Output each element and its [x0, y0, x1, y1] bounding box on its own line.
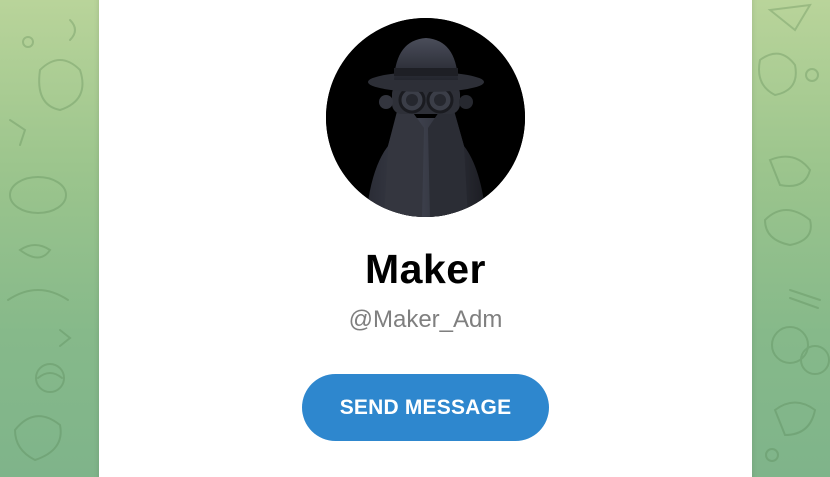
spy-figure-icon — [326, 18, 525, 217]
profile-username: @Maker_Adm — [348, 306, 503, 333]
send-message-button[interactable]: SEND MESSAGE — [302, 374, 549, 441]
profile-avatar — [326, 18, 525, 217]
profile-name: Maker — [364, 246, 486, 292]
